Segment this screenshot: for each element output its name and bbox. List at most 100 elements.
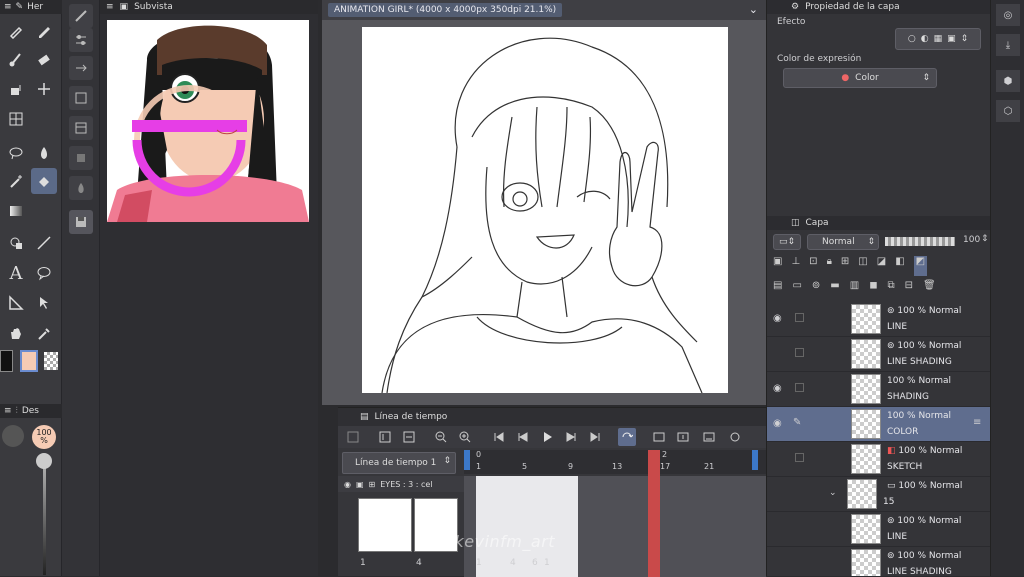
palette-color-icon[interactable]: ◧ — [895, 256, 904, 276]
tone-effect-icon[interactable]: ◐ — [921, 34, 929, 44]
layer-filter-button[interactable]: ▭⇕ — [773, 234, 801, 250]
menu-icon[interactable]: ≡ — [4, 2, 12, 12]
new-fill-icon[interactable]: ◼ — [869, 280, 877, 300]
adjust-subtool-icon[interactable] — [69, 28, 93, 52]
panel-subtool-icon[interactable] — [69, 146, 93, 170]
operation-tool-icon[interactable] — [31, 290, 57, 316]
panel-icon[interactable]: ▤ — [773, 280, 782, 300]
new-cel-icon[interactable] — [650, 428, 668, 446]
assign-cel-icon[interactable] — [674, 428, 692, 446]
eyedropper-icon[interactable] — [31, 320, 57, 346]
reference-layer-icon[interactable]: ⊥ — [791, 256, 800, 276]
new-folder-icon[interactable]: ▬ — [830, 280, 839, 300]
opacity-value[interactable]: 100 — [963, 235, 980, 245]
start-marker[interactable] — [464, 450, 470, 470]
new-raster-icon[interactable]: ▭ — [792, 280, 801, 300]
layer-row[interactable]: ⊚ 100 % Normal LINE — [767, 512, 991, 547]
draft-layer-icon[interactable]: ⊡ — [809, 256, 817, 276]
line-tool-icon[interactable] — [31, 230, 57, 256]
lock-pixels-icon[interactable]: ⊞ — [841, 256, 849, 276]
layer-row[interactable]: ◧ 100 % Normal SKETCH — [767, 442, 991, 477]
layer-row[interactable]: ◉ ⊚ 100 % Normal LINE — [767, 302, 991, 337]
transparent-color-swatch[interactable] — [44, 352, 58, 370]
new-timeline-icon[interactable] — [344, 428, 362, 446]
eye-icon[interactable]: ◉ — [773, 418, 782, 429]
gradient-tool-icon[interactable] — [3, 198, 29, 224]
cel-block[interactable] — [476, 476, 578, 577]
delete-layer-icon[interactable]: 🗑︎ — [923, 280, 936, 300]
magic-wand-icon[interactable] — [3, 168, 29, 194]
prev-frame-icon[interactable] — [514, 428, 532, 446]
menu-icon[interactable]: ≡ — [4, 406, 12, 416]
next-frame-icon[interactable] — [562, 428, 580, 446]
end-marker[interactable] — [752, 450, 758, 470]
cube-icon[interactable]: ⬡ — [996, 100, 1020, 122]
lock-icon[interactable]: 🔒︎ — [827, 256, 832, 276]
zoom-in-icon[interactable] — [456, 428, 474, 446]
cel-thumbnail[interactable] — [358, 498, 412, 552]
eraser-tool-icon[interactable] — [31, 46, 57, 72]
timeline-select[interactable]: Línea de tiempo 1 ⇕ — [342, 452, 456, 474]
layer-row-selected[interactable]: ◉ ✎ 100 % Normal COLOR ≡ — [767, 407, 991, 442]
opacity-slider[interactable] — [885, 237, 955, 246]
download-icon[interactable]: ⤓ — [996, 34, 1020, 56]
slider-handle[interactable] — [36, 453, 52, 469]
sparkle-tool-icon[interactable] — [31, 76, 57, 102]
eye-icon[interactable]: ◉ — [773, 313, 782, 324]
shape-tool-icon[interactable] — [3, 230, 29, 256]
frame-subtool-icon[interactable] — [69, 116, 93, 140]
drag-handle-icon[interactable]: ≡ — [973, 417, 981, 428]
layer-checkbox[interactable] — [795, 383, 804, 392]
blend-mode-select[interactable]: Normal ⇕ — [807, 234, 879, 250]
effect-buttons[interactable]: ○ ◐ ▦ ▣ ⇕ — [895, 28, 981, 50]
blend-tool-icon[interactable] — [31, 140, 57, 166]
main-color-swatch[interactable] — [0, 350, 13, 372]
layer-row[interactable]: ⌄ ▭ 100 % Normal 15 — [767, 477, 991, 512]
ruler-icon[interactable]: ◪ — [877, 256, 886, 276]
chevron-down-icon[interactable]: ⌄ — [749, 3, 758, 16]
copy-subtool-icon[interactable] — [69, 86, 93, 110]
canvas-tab[interactable]: ANIMATION GIRL* (4000 x 4000px 350dpi 21… — [328, 3, 563, 17]
loop-icon[interactable] — [618, 428, 636, 446]
navigator-icon[interactable]: ◎ — [996, 4, 1020, 26]
expression-select[interactable]: ● Color ⇕ — [783, 68, 937, 88]
brush-tool-icon[interactable] — [3, 46, 29, 72]
play-icon[interactable] — [538, 428, 556, 446]
clear-cel-icon[interactable] — [726, 428, 744, 446]
first-frame-icon[interactable] — [490, 428, 508, 446]
reference-image[interactable] — [107, 20, 309, 222]
layer-row[interactable]: ⊚ 100 % Normal LINE SHADING — [767, 337, 991, 372]
frame-tool-icon[interactable] — [3, 106, 29, 132]
balloon-tool-icon[interactable] — [31, 260, 57, 286]
chevron-down-icon[interactable]: ⌄ — [829, 488, 837, 498]
layer-row[interactable]: ◉ 100 % Normal SHADING — [767, 372, 991, 407]
eye-icon[interactable]: ◉ — [344, 480, 351, 489]
merge-layer-icon[interactable]: ⊟ — [905, 280, 913, 300]
hand-tool-icon[interactable] — [3, 320, 29, 346]
layer-checkbox[interactable] — [795, 453, 804, 462]
last-frame-icon[interactable] — [586, 428, 604, 446]
layer-color-icon[interactable]: ▣ — [947, 34, 956, 44]
chevron-updown-icon[interactable]: ⇕ — [961, 34, 969, 44]
drawing-canvas[interactable] — [362, 27, 728, 393]
lasso-tool-icon[interactable] — [3, 140, 29, 166]
ruler-subtool-icon[interactable] — [69, 4, 93, 28]
fill-tool-icon[interactable] — [3, 76, 29, 102]
mask-icon[interactable]: ◫ — [858, 256, 867, 276]
border-effect-icon[interactable]: ○ — [908, 34, 916, 44]
layer-checkbox[interactable] — [795, 348, 804, 357]
layer-checkbox[interactable] — [795, 313, 804, 322]
specify-cel-icon[interactable] — [700, 428, 718, 446]
fill-bucket-icon[interactable] — [31, 168, 57, 194]
new-vector-icon[interactable]: ⊚ — [812, 280, 820, 300]
edit-timeline-icon[interactable] — [376, 428, 394, 446]
pattern-effect-icon[interactable]: ▦ — [934, 34, 943, 44]
layer-color-icon[interactable]: ◩ — [913, 256, 928, 276]
sub-color-swatch[interactable] — [20, 350, 38, 372]
layer-row[interactable]: ⊚ 100 % Normal LINE SHADING — [767, 547, 991, 576]
clip-layer-icon[interactable]: ▣ — [773, 256, 782, 276]
menu-icon[interactable]: ≡ — [106, 2, 114, 12]
drop-subtool-icon[interactable] — [69, 176, 93, 200]
material-icon[interactable]: ⬢ — [996, 70, 1020, 92]
chevron-updown-icon[interactable]: ⇕ — [981, 234, 989, 244]
